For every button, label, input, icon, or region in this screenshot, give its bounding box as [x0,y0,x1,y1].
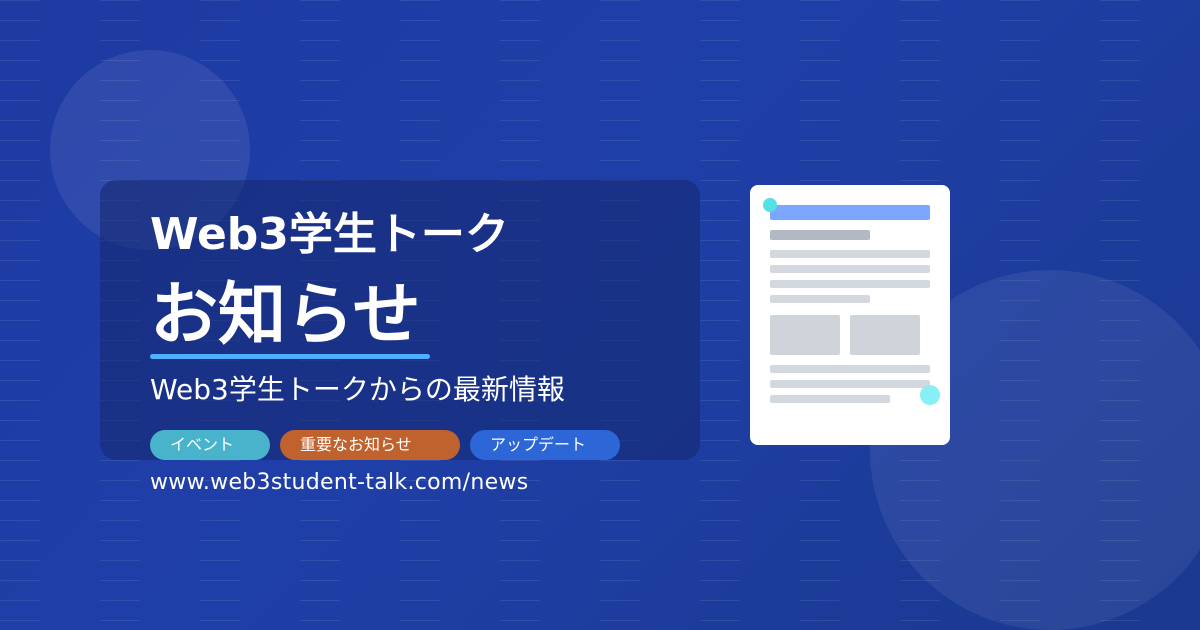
document-icon [750,185,950,445]
tag-important-notice[interactable]: 重要なお知らせ [280,430,460,460]
document-text-line [770,365,930,373]
brand-title: Web3学生トーク [150,209,509,260]
page-title: お知らせ [150,276,421,355]
page-subtitle: Web3学生トークからの最新情報 [150,373,565,406]
site-url[interactable]: www.web3student-talk.com/news [150,468,528,498]
tag-event[interactable]: イベント [150,430,270,460]
document-subheader-bar [770,230,870,240]
document-text-line [770,395,890,403]
title-underline [150,354,430,359]
decorative-dot [920,385,940,405]
document-text-line [770,280,930,288]
document-image-block [850,315,920,355]
document-text-line [770,265,930,273]
document-text-line [770,380,930,388]
banner: Web3学生トーク お知らせ Web3学生トークからの最新情報 イベント 重要な… [0,0,1200,630]
document-text-line [770,295,870,303]
document-header-bar [770,205,930,220]
document-image-block [770,315,840,355]
document-text-line [770,250,930,258]
decorative-dot [763,198,777,212]
tag-update[interactable]: アップデート [470,430,620,460]
